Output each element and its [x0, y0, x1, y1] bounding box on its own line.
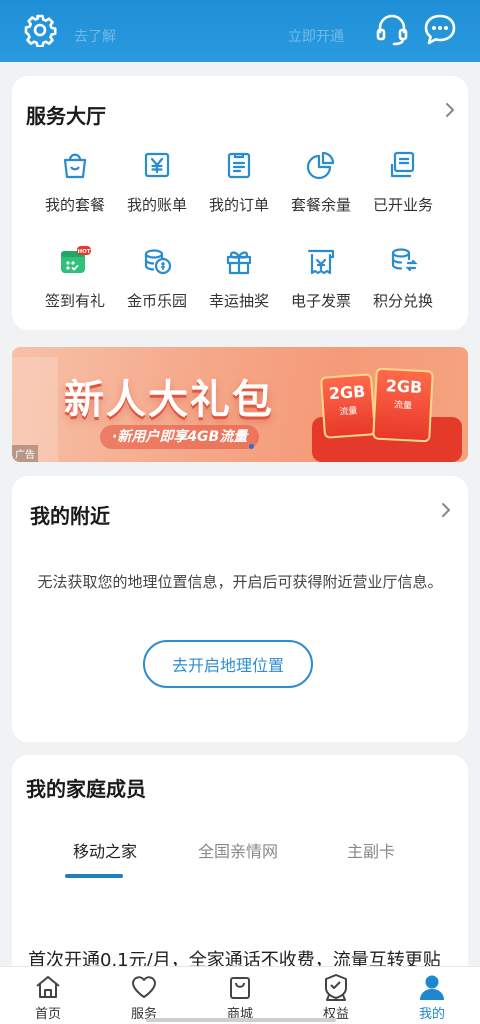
shopping-bag-icon — [225, 973, 255, 1001]
service-item-label: 电子发票 — [290, 292, 351, 310]
service-item-points-exchange[interactable]: 积分兑换 — [362, 244, 444, 311]
family-tabs: 移动之家 全国亲情网 主副卡 — [0, 838, 456, 862]
shopping-bag-icon — [58, 148, 92, 182]
gb-card-2-amount: 2GB — [385, 376, 423, 397]
service-grid-row-1: 我的套餐 我的账单 我的订单 套餐余量 已开业务 — [12, 148, 468, 215]
gb-card-1: 2GB 流量 — [319, 373, 377, 439]
nav-benefits[interactable]: 权益 — [288, 967, 384, 1024]
heart-icon — [129, 973, 159, 1001]
service-item-coin-park[interactable]: 金币乐园 — [116, 244, 198, 311]
service-hall-title: 服务大厅 — [26, 104, 106, 128]
nav-mall[interactable]: 商城 — [192, 967, 288, 1024]
badge-icon — [321, 973, 351, 1001]
service-item-e-invoice[interactable]: 电子发票 — [280, 244, 362, 311]
yen-bill-icon — [140, 148, 174, 182]
headset-icon[interactable] — [372, 10, 412, 50]
nearby-title: 我的附近 — [30, 504, 110, 528]
gb-card-2-sub: 流量 — [393, 400, 413, 412]
enable-location-button[interactable]: 去开启地理位置 — [143, 640, 313, 688]
banner-subline: ·新用户即享4GB流量 — [100, 425, 260, 449]
gear-icon[interactable] — [20, 10, 60, 50]
chevron-right-icon[interactable] — [438, 502, 454, 518]
service-item-my-order[interactable]: 我的订单 — [198, 148, 280, 215]
active-tab-indicator — [65, 874, 123, 878]
home-icon — [33, 973, 63, 1001]
header-ghost-left: 去了解 — [74, 29, 116, 45]
service-grid-row-2: HOT 签到有礼 金币乐园 幸运抽奖 电子发票 积分兑换 — [12, 244, 468, 311]
hot-badge: HOT — [77, 249, 90, 255]
service-item-plan-balance[interactable]: 套餐余量 — [280, 148, 362, 215]
service-item-label: 幸运抽奖 — [208, 292, 269, 310]
gb-card-2: 2GB 流量 — [372, 367, 434, 443]
service-item-label: 签到有礼 — [44, 292, 105, 310]
user-icon — [417, 973, 447, 1001]
nav-mine[interactable]: 我的 — [384, 967, 480, 1024]
service-item-checkin-gift[interactable]: HOT 签到有礼 — [34, 244, 116, 311]
receipt-icon — [304, 244, 338, 278]
service-item-label: 我的套餐 — [44, 196, 105, 214]
family-title: 我的家庭成员 — [26, 777, 146, 801]
service-item-label: 套餐余量 — [290, 196, 351, 214]
tab-mobile-home[interactable]: 移动之家 — [73, 838, 137, 862]
service-item-label: 我的账单 — [126, 196, 187, 214]
nav-label: 首页 — [34, 1007, 61, 1022]
points-exchange-icon — [386, 244, 420, 278]
nearby-message: 无法获取您的地理位置信息，开启后可获得附近营业厅信息。 — [37, 573, 443, 591]
tab-family-network[interactable]: 全国亲情网 — [198, 838, 278, 862]
nav-service[interactable]: 服务 — [96, 967, 192, 1024]
calendar-hot-icon: HOT — [58, 244, 92, 278]
nav-label: 我的 — [418, 1007, 445, 1022]
service-item-active-services[interactable]: 已开业务 — [362, 148, 444, 215]
coin-stack-icon — [140, 244, 174, 278]
nav-home[interactable]: 首页 — [0, 967, 96, 1024]
document-stack-icon — [386, 148, 420, 182]
header-ghost-right: 立即开通 — [288, 29, 344, 45]
bottom-navigation: 首页 服务 商城 权益 我的 — [0, 966, 480, 1024]
service-item-lucky-draw[interactable]: 幸运抽奖 — [198, 244, 280, 311]
pie-chart-icon — [304, 148, 338, 182]
banner-headline: 新人大礼包 — [64, 377, 274, 423]
chevron-right-icon[interactable] — [442, 102, 458, 118]
service-hall-card: 服务大厅 我的套餐 我的账单 我的订单 套餐余量 已开业务 HOT 签到有礼 金… — [12, 76, 468, 330]
nearby-card: 我的附近 无法获取您的地理位置信息，开启后可获得附近营业厅信息。 — [12, 476, 468, 742]
service-item-label: 我的订单 — [208, 196, 269, 214]
service-item-label: 已开业务 — [372, 196, 433, 214]
gb-card-1-sub: 流量 — [339, 406, 358, 418]
tab-primary-secondary-card[interactable]: 主副卡 — [347, 838, 395, 862]
home-indicator[interactable] — [146, 1018, 336, 1022]
service-item-label: 积分兑换 — [372, 292, 433, 310]
gb-card-1-amount: 2GB — [328, 381, 366, 404]
service-item-label: 金币乐园 — [126, 292, 187, 310]
ad-tag: 广告 — [12, 445, 38, 462]
gift-box-icon — [222, 244, 256, 278]
chat-bubble-icon[interactable] — [420, 10, 460, 50]
service-item-my-bill[interactable]: 我的账单 — [116, 148, 198, 215]
service-item-my-plan[interactable]: 我的套餐 — [34, 148, 116, 215]
top-header: 去了解 立即开通 — [0, 0, 480, 62]
clipboard-list-icon — [222, 148, 256, 182]
carousel-dot — [249, 444, 254, 449]
promo-banner[interactable]: 新人大礼包 ·新用户即享4GB流量 2GB 流量 2GB 流量 广告 — [12, 347, 468, 462]
